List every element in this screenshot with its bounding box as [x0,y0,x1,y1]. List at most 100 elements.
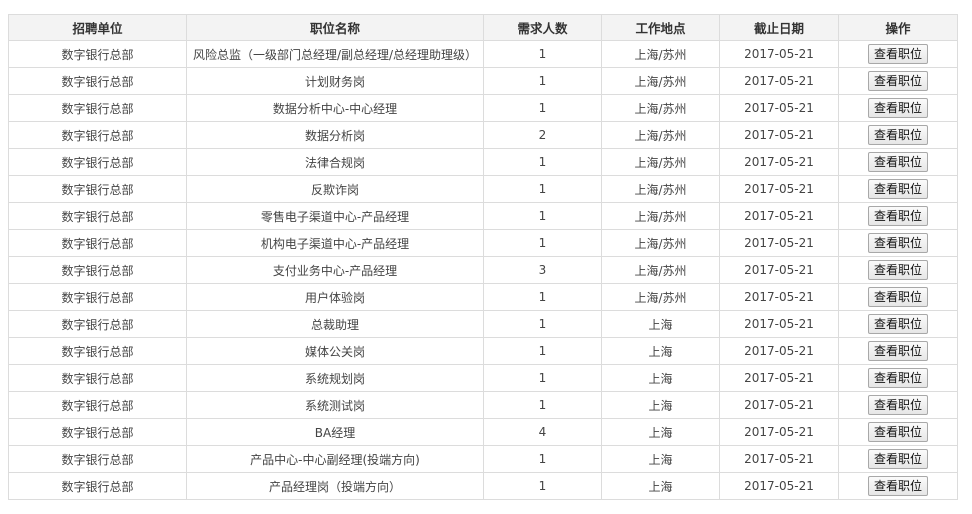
cell-unit: 数字银行总部 [8,148,187,176]
view-job-button[interactable]: 查看职位 [867,287,928,307]
cell-count: 1 [483,67,602,95]
view-job-button[interactable]: 查看职位 [867,314,928,334]
cell-title: 反欺诈岗 [186,175,484,203]
header-action: 操作 [838,14,958,41]
cell-count: 4 [483,418,602,446]
view-job-button[interactable]: 查看职位 [867,152,928,172]
cell-action: 查看职位 [838,364,958,392]
cell-deadline: 2017-05-21 [719,445,839,473]
cell-location: 上海/苏州 [601,283,720,311]
cell-unit: 数字银行总部 [8,202,187,230]
view-job-button[interactable]: 查看职位 [867,125,928,145]
cell-action: 查看职位 [838,337,958,365]
view-job-button[interactable]: 查看职位 [867,233,928,253]
cell-title: 支付业务中心-产品经理 [186,256,484,284]
view-job-button[interactable]: 查看职位 [867,98,928,118]
header-deadline: 截止日期 [719,14,839,41]
cell-title: 零售电子渠道中心-产品经理 [186,202,484,230]
table-header-row: 招聘单位 职位名称 需求人数 工作地点 截止日期 操作 [8,14,958,41]
cell-count: 1 [483,202,602,230]
table-row: 数字银行总部 支付业务中心-产品经理 3 上海/苏州 2017-05-21 查看… [8,256,958,284]
cell-action: 查看职位 [838,40,958,68]
cell-count: 1 [483,391,602,419]
cell-location: 上海 [601,337,720,365]
cell-deadline: 2017-05-21 [719,337,839,365]
cell-location: 上海/苏州 [601,94,720,122]
cell-deadline: 2017-05-21 [719,391,839,419]
cell-action: 查看职位 [838,67,958,95]
cell-unit: 数字银行总部 [8,418,187,446]
cell-unit: 数字银行总部 [8,94,187,122]
cell-count: 1 [483,310,602,338]
cell-unit: 数字银行总部 [8,121,187,149]
table-row: 数字银行总部 总裁助理 1 上海 2017-05-21 查看职位 [8,310,958,338]
cell-action: 查看职位 [838,121,958,149]
cell-unit: 数字银行总部 [8,337,187,365]
cell-unit: 数字银行总部 [8,364,187,392]
table-row: 数字银行总部 媒体公关岗 1 上海 2017-05-21 查看职位 [8,337,958,365]
cell-location: 上海 [601,310,720,338]
cell-deadline: 2017-05-21 [719,229,839,257]
cell-unit: 数字银行总部 [8,283,187,311]
view-job-button[interactable]: 查看职位 [867,206,928,226]
view-job-button[interactable]: 查看职位 [867,395,928,415]
cell-title: 计划财务岗 [186,67,484,95]
cell-location: 上海/苏州 [601,121,720,149]
cell-deadline: 2017-05-21 [719,472,839,500]
cell-deadline: 2017-05-21 [719,283,839,311]
view-job-button[interactable]: 查看职位 [867,260,928,280]
table-row: 数字银行总部 机构电子渠道中心-产品经理 1 上海/苏州 2017-05-21 … [8,229,958,257]
cell-count: 1 [483,283,602,311]
table-row: 数字银行总部 系统测试岗 1 上海 2017-05-21 查看职位 [8,391,958,419]
cell-unit: 数字银行总部 [8,472,187,500]
cell-action: 查看职位 [838,229,958,257]
cell-location: 上海 [601,445,720,473]
cell-action: 查看职位 [838,148,958,176]
table-row: 数字银行总部 反欺诈岗 1 上海/苏州 2017-05-21 查看职位 [8,175,958,203]
cell-location: 上海/苏州 [601,256,720,284]
cell-title: 数据分析中心-中心经理 [186,94,484,122]
cell-action: 查看职位 [838,310,958,338]
cell-count: 1 [483,148,602,176]
view-job-button[interactable]: 查看职位 [867,44,928,64]
cell-deadline: 2017-05-21 [719,175,839,203]
cell-action: 查看职位 [838,472,958,500]
view-job-button[interactable]: 查看职位 [867,422,928,442]
cell-deadline: 2017-05-21 [719,364,839,392]
cell-location: 上海 [601,364,720,392]
cell-location: 上海/苏州 [601,148,720,176]
cell-unit: 数字银行总部 [8,40,187,68]
cell-action: 查看职位 [838,445,958,473]
cell-deadline: 2017-05-21 [719,148,839,176]
cell-action: 查看职位 [838,283,958,311]
cell-unit: 数字银行总部 [8,310,187,338]
cell-title: 产品经理岗（投端方向） [186,472,484,500]
cell-count: 3 [483,256,602,284]
view-job-button[interactable]: 查看职位 [867,341,928,361]
view-job-button[interactable]: 查看职位 [867,476,928,496]
view-job-button[interactable]: 查看职位 [867,449,928,469]
cell-action: 查看职位 [838,256,958,284]
cell-title: 用户体验岗 [186,283,484,311]
cell-location: 上海/苏州 [601,202,720,230]
view-job-button[interactable]: 查看职位 [867,71,928,91]
cell-title: BA经理 [186,418,484,446]
view-job-button[interactable]: 查看职位 [867,179,928,199]
header-location: 工作地点 [601,14,720,41]
table-row: 数字银行总部 零售电子渠道中心-产品经理 1 上海/苏州 2017-05-21 … [8,202,958,230]
table-row: 数字银行总部 风险总监（一级部门总经理/副总经理/总经理助理级） 1 上海/苏州… [8,40,958,68]
cell-location: 上海/苏州 [601,175,720,203]
cell-title: 法律合规岗 [186,148,484,176]
cell-location: 上海 [601,391,720,419]
header-title: 职位名称 [186,14,484,41]
cell-count: 1 [483,445,602,473]
cell-count: 1 [483,337,602,365]
cell-action: 查看职位 [838,175,958,203]
cell-deadline: 2017-05-21 [719,256,839,284]
header-count: 需求人数 [483,14,602,41]
cell-title: 总裁助理 [186,310,484,338]
cell-location: 上海/苏州 [601,40,720,68]
view-job-button[interactable]: 查看职位 [867,368,928,388]
table-row: 数字银行总部 法律合规岗 1 上海/苏州 2017-05-21 查看职位 [8,148,958,176]
cell-location: 上海/苏州 [601,67,720,95]
